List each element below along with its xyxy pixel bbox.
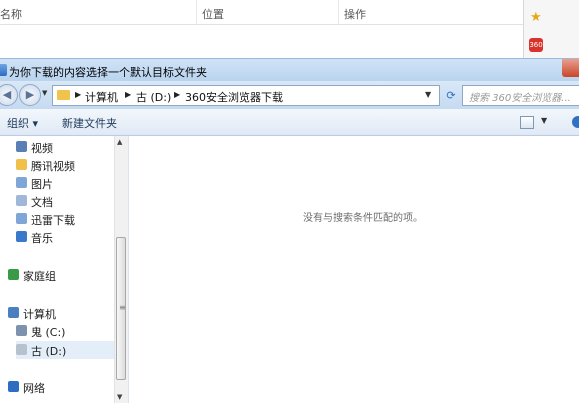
documents-library-icon	[16, 195, 27, 206]
network-icon	[8, 381, 19, 392]
video-library-icon	[16, 141, 27, 152]
homegroup-icon	[8, 269, 19, 280]
nav-item-label: 计算机	[23, 308, 56, 321]
column-location[interactable]: 位置	[202, 6, 224, 22]
pictures-library-icon	[16, 177, 27, 188]
nav-item-label: 文档	[31, 196, 53, 209]
scroll-up-icon[interactable]: ▲	[117, 138, 122, 146]
nav-item-label: 网络	[23, 382, 45, 395]
address-bar: ◀ ▶ ▼ ▶ 计算机 ▶ 古 (D:) ▶ 360安全浏览器下载 ▼ ⟳ 搜索…	[0, 81, 579, 109]
search-input[interactable]: 搜索 360安全浏览器...	[462, 85, 579, 106]
nav-item-label: 图片	[31, 178, 53, 191]
nav-item[interactable]: 鬼 (C:)	[16, 322, 114, 340]
nav-item[interactable]: 腾讯视频	[16, 156, 114, 174]
folder-icon	[57, 90, 70, 100]
breadcrumb-drive[interactable]: 古 (D:)	[136, 89, 171, 105]
close-button[interactable]	[562, 59, 579, 77]
breadcrumb-arrow-icon[interactable]: ▶	[125, 90, 131, 99]
nav-item[interactable]: 音乐	[16, 228, 114, 246]
column-divider	[196, 0, 197, 24]
search-placeholder: 搜索 360安全浏览器...	[469, 93, 571, 104]
address-field[interactable]: ▶ 计算机 ▶ 古 (D:) ▶ 360安全浏览器下载 ▼	[52, 85, 440, 106]
scroll-down-icon[interactable]: ▼	[117, 393, 122, 401]
scrollbar-thumb[interactable]: ≡	[116, 237, 126, 380]
nav-item[interactable]: 计算机	[8, 304, 114, 322]
forward-button[interactable]: ▶	[19, 84, 41, 106]
back-button[interactable]: ◀	[0, 84, 18, 106]
new-folder-button[interactable]: 新建文件夹	[62, 115, 117, 131]
nav-item-label: 家庭组	[23, 270, 56, 283]
list-header: 名称 位置 操作	[0, 0, 523, 25]
side-panel: ★ 360	[523, 0, 579, 58]
command-bar: 组织 ▾ 新建文件夹 ▼	[0, 109, 579, 136]
view-options-icon[interactable]	[520, 116, 534, 129]
chevron-down-icon[interactable]: ▼	[425, 90, 431, 99]
drive-icon	[16, 344, 27, 355]
scrollbar[interactable]: ▲ ≡ ▼	[114, 136, 128, 403]
folder-icon	[16, 159, 27, 170]
empty-state-message: 没有与搜索条件匹配的项。	[303, 213, 423, 224]
360-badge-icon[interactable]: 360	[529, 38, 543, 52]
music-library-icon	[16, 231, 27, 242]
chevron-down-icon[interactable]: ▼	[541, 116, 547, 125]
window-icon	[0, 64, 7, 76]
nav-item-label: 鬼 (C:)	[31, 326, 66, 339]
grip-icon: ≡	[119, 303, 126, 312]
nav-item-label: 音乐	[31, 232, 53, 245]
column-divider	[338, 0, 339, 24]
breadcrumb-computer[interactable]: 计算机	[85, 89, 118, 105]
nav-item[interactable]: 迅雷下载	[16, 210, 114, 228]
breadcrumb-arrow-icon[interactable]: ▶	[75, 90, 81, 99]
column-name[interactable]: 名称	[0, 6, 22, 22]
windows-drive-icon	[16, 325, 27, 336]
nav-item[interactable]: 家庭组	[8, 266, 114, 284]
column-action[interactable]: 操作	[344, 6, 366, 22]
navigation-pane: 视频腾讯视频图片文档迅雷下载音乐家庭组计算机鬼 (C:) 古 (D:) 网络 ▲ ≡…	[0, 136, 129, 403]
star-icon[interactable]: ★	[530, 10, 542, 25]
nav-item[interactable]: 古 (D:)	[16, 341, 114, 359]
nav-item-label: 迅雷下载	[31, 214, 75, 227]
nav-item[interactable]: 网络	[8, 378, 114, 396]
nav-item-label: 视频	[31, 142, 53, 155]
nav-item-label: 古 (D:)	[31, 345, 67, 358]
nav-item-label: 腾讯视频	[31, 160, 75, 173]
download-library-icon	[16, 213, 27, 224]
folder-picker-dialog: 为你下载的内容选择一个默认目标文件夹 ◀ ▶ ▼ ▶ 计算机 ▶ 古 (D:) …	[0, 58, 579, 403]
organize-button[interactable]: 组织 ▾	[7, 115, 38, 131]
refresh-icon[interactable]: ⟳	[441, 86, 461, 105]
help-icon[interactable]	[572, 116, 579, 128]
download-manager-background: 名称 位置 操作 ★ 360	[0, 0, 579, 58]
breadcrumb-arrow-icon[interactable]: ▶	[174, 90, 180, 99]
computer-icon	[8, 307, 19, 318]
title-bar: 为你下载的内容选择一个默认目标文件夹	[0, 58, 579, 82]
recent-pages-dropdown[interactable]: ▼	[42, 89, 47, 97]
breadcrumb-folder[interactable]: 360安全浏览器下载	[185, 89, 283, 105]
nav-item[interactable]: 视频	[16, 138, 114, 156]
dialog-title: 为你下载的内容选择一个默认目标文件夹	[9, 66, 207, 79]
nav-item[interactable]: 图片	[16, 174, 114, 192]
nav-item[interactable]: 文档	[16, 192, 114, 210]
